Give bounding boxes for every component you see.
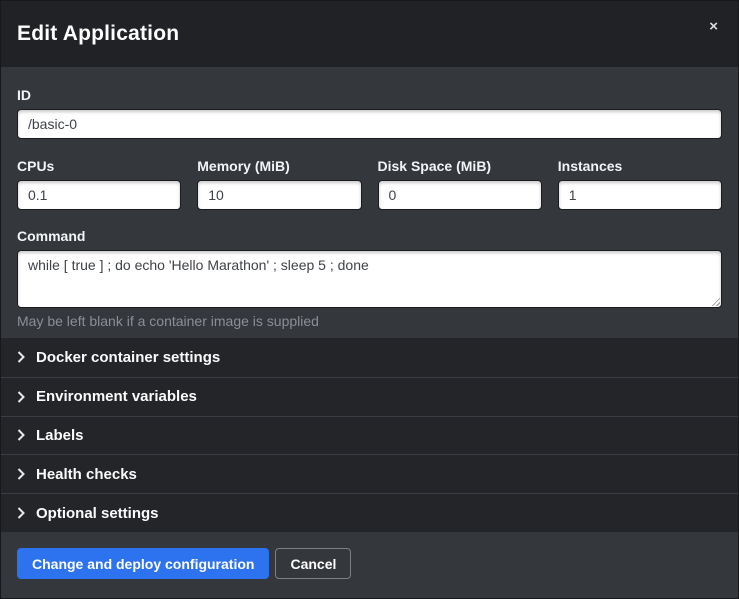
section-label: Labels: [36, 427, 84, 444]
change-and-deploy-button[interactable]: Change and deploy configuration: [17, 548, 269, 579]
chevron-right-icon: [17, 351, 25, 363]
collapsible-sections: Docker container settings Environment va…: [1, 338, 738, 532]
close-icon[interactable]: ×: [705, 15, 722, 38]
section-health-checks[interactable]: Health checks: [1, 454, 738, 493]
section-docker-container-settings[interactable]: Docker container settings: [1, 338, 738, 377]
cpus-field-group: CPUs: [17, 158, 181, 210]
command-help-text: May be left blank if a container image i…: [17, 313, 722, 329]
resources-row: CPUs Memory (MiB) Disk Space (MiB) Insta…: [17, 158, 722, 210]
disk-space-input[interactable]: [378, 180, 542, 210]
id-label: ID: [17, 87, 722, 103]
disk-field-group: Disk Space (MiB): [378, 158, 542, 210]
chevron-right-icon: [17, 468, 25, 480]
section-label: Optional settings: [36, 505, 159, 522]
section-environment-variables[interactable]: Environment variables: [1, 377, 738, 416]
modal-footer: Change and deploy configuration Cancel: [1, 532, 738, 598]
chevron-right-icon: [17, 429, 25, 441]
section-optional-settings[interactable]: Optional settings: [1, 493, 738, 532]
section-label: Health checks: [36, 466, 137, 483]
section-label: Docker container settings: [36, 349, 220, 366]
command-textarea[interactable]: while [ true ] ; do echo 'Hello Marathon…: [17, 250, 722, 308]
chevron-right-icon: [17, 507, 25, 519]
cpus-label: CPUs: [17, 158, 181, 174]
command-textarea-wrap: while [ true ] ; do echo 'Hello Marathon…: [17, 250, 722, 308]
chevron-right-icon: [17, 391, 25, 403]
id-input[interactable]: [17, 109, 722, 139]
cancel-button[interactable]: Cancel: [275, 548, 351, 579]
edit-application-modal: Edit Application × ID CPUs Memory (MiB) …: [0, 0, 739, 599]
section-labels[interactable]: Labels: [1, 416, 738, 455]
application-form: ID CPUs Memory (MiB) Disk Space (MiB) In…: [1, 67, 738, 338]
id-field-group: ID: [17, 87, 722, 139]
cpus-input[interactable]: [17, 180, 181, 210]
memory-label: Memory (MiB): [197, 158, 361, 174]
modal-title: Edit Application: [17, 22, 179, 46]
instances-field-group: Instances: [558, 158, 722, 210]
command-field-group: Command while [ true ] ; do echo 'Hello …: [17, 228, 722, 329]
memory-input[interactable]: [197, 180, 361, 210]
modal-header: Edit Application ×: [1, 1, 738, 67]
command-label: Command: [17, 228, 722, 244]
section-label: Environment variables: [36, 388, 197, 405]
memory-field-group: Memory (MiB): [197, 158, 361, 210]
disk-space-label: Disk Space (MiB): [378, 158, 542, 174]
instances-label: Instances: [558, 158, 722, 174]
instances-input[interactable]: [558, 180, 722, 210]
